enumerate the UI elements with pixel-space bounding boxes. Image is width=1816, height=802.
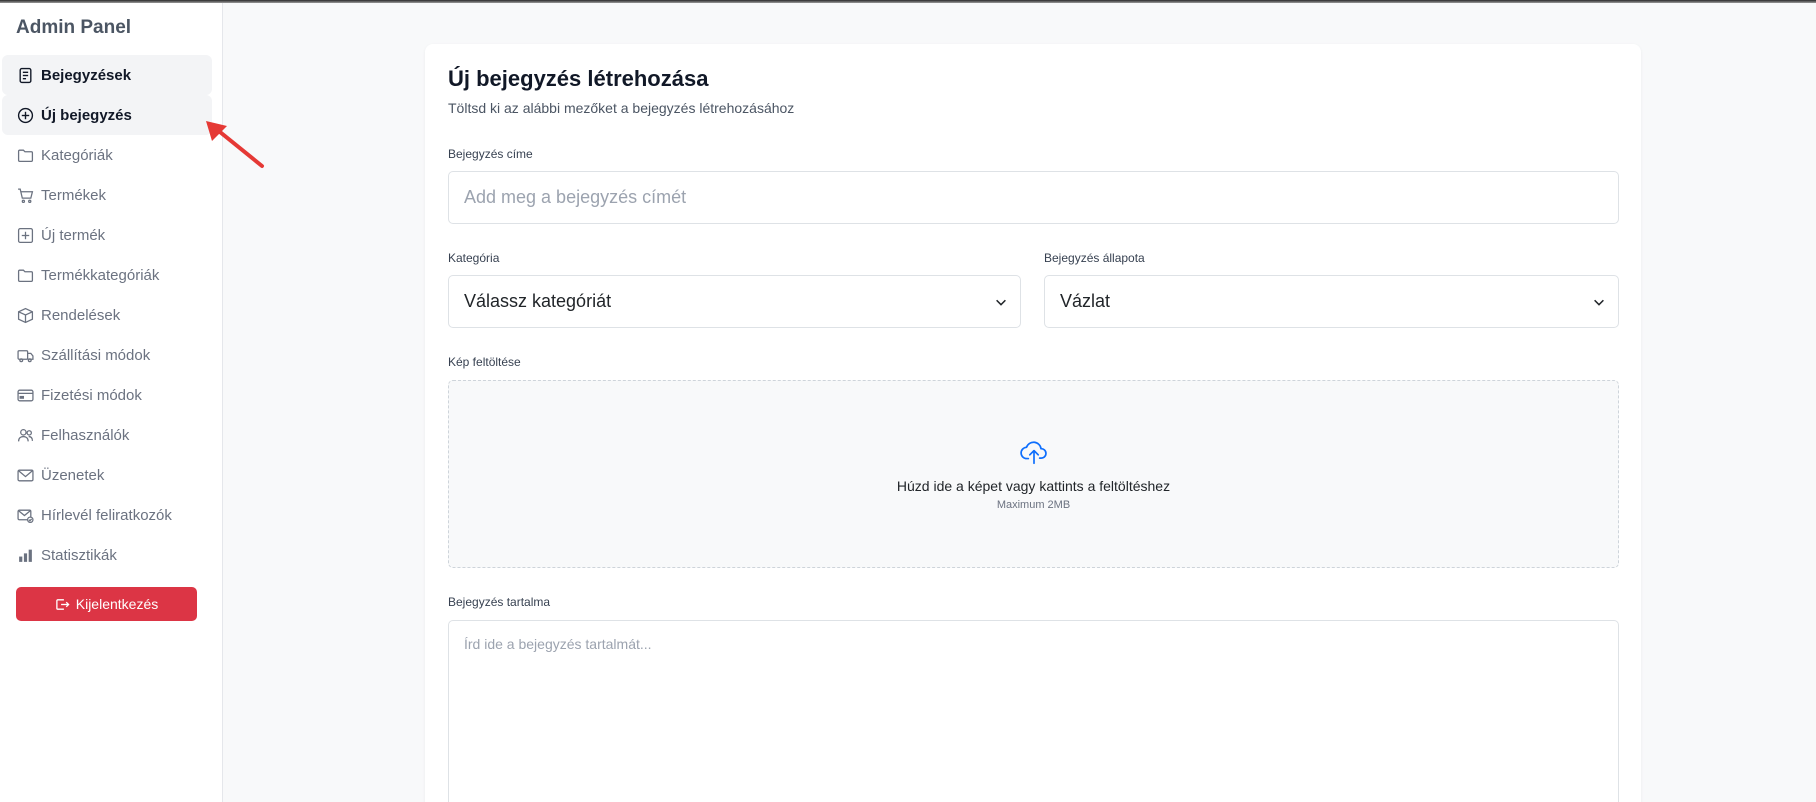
category-selected-value: Válassz kategóriát [464, 291, 612, 311]
post-title-placeholder: Add meg a bejegyzés címét [464, 187, 687, 207]
sidebar-item-label: Felhasználók [41, 426, 130, 444]
sidebar: Admin Panel Bejegyzések Új bejegyzés Kat… [0, 0, 223, 802]
sidebar-item-label: Bejegyzések [41, 66, 132, 84]
sidebar-item-label: Üzenetek [41, 466, 105, 484]
annotation-arrow-icon [206, 121, 264, 168]
sidebar-item-label: Rendelések [41, 306, 121, 324]
brand-title: Admin Panel [16, 17, 132, 38]
content-textarea[interactable]: Írd ide a bejegyzés tartalmát... [448, 620, 1619, 802]
sidebar-item-label: Termékek [41, 186, 107, 204]
top-border [0, 0, 1816, 3]
bar-chart-icon [16, 546, 34, 564]
folder-icon [16, 266, 34, 284]
sidebar-item-statisztikak[interactable]: Statisztikák [2, 535, 212, 575]
cart-icon [16, 186, 34, 204]
sidebar-item-label: Kategóriák [41, 146, 113, 164]
category-label: Kategória [448, 251, 500, 265]
content-label: Bejegyzés tartalma [448, 595, 551, 609]
page-title: Új bejegyzés létrehozása [448, 66, 709, 91]
sidebar-item-label: Termékkategóriák [41, 266, 160, 284]
chevron-down-icon [996, 299, 1006, 306]
sidebar-item-rendelesek[interactable]: Rendelések [2, 295, 212, 335]
folder-icon [16, 146, 34, 164]
dropzone-max-size: Maximum 2MB [996, 499, 1071, 511]
sidebar-item-termekkategoriak[interactable]: Termékkategóriák [2, 255, 212, 295]
envelope-check-icon [16, 506, 34, 524]
document-icon [16, 66, 34, 84]
sidebar-item-szallitasi-modok[interactable]: Szállítási módok [2, 335, 212, 375]
create-post-card: Új bejegyzés létrehozása Töltsd ki az al… [425, 44, 1641, 802]
truck-icon [16, 346, 34, 364]
sidebar-item-label: Statisztikák [41, 546, 117, 564]
sidebar-item-kategoriak[interactable]: Kategóriák [2, 135, 212, 175]
post-title-input[interactable]: Add meg a bejegyzés címét [448, 171, 1619, 224]
sidebar-item-uj-bejegyzes[interactable]: Új bejegyzés [2, 95, 212, 135]
sidebar-item-felhasznalok[interactable]: Felhasználók [2, 415, 212, 455]
sidebar-item-termekek[interactable]: Termékek [2, 175, 212, 215]
envelope-icon [16, 466, 34, 484]
credit-card-icon [16, 386, 34, 404]
content-placeholder: Írd ide a bejegyzés tartalmát... [464, 636, 652, 652]
cloud-upload-icon [1019, 437, 1049, 472]
sidebar-item-label: Új termék [41, 226, 106, 244]
post-title-label: Bejegyzés címe [448, 147, 533, 161]
status-selected-value: Vázlat [1060, 291, 1111, 311]
sidebar-item-label: Új bejegyzés [41, 106, 132, 124]
sidebar-item-label: Hírlevél feliratkozók [41, 506, 172, 524]
status-label: Bejegyzés állapota [1044, 251, 1145, 265]
image-upload-label: Kép feltöltése [448, 355, 521, 369]
sidebar-item-label: Fizetési módok [41, 386, 142, 404]
plus-circle-icon [16, 106, 34, 124]
sidebar-item-label: Szállítási módok [41, 346, 151, 364]
logout-icon [55, 598, 70, 610]
users-icon [16, 426, 34, 444]
sidebar-item-bejegyzesek[interactable]: Bejegyzések [2, 55, 212, 95]
page-subtitle: Töltsd ki az alábbi mezőket a bejegyzés … [448, 100, 795, 116]
sidebar-item-hirlevel-feliratkozok[interactable]: Hírlevél feliratkozók [2, 495, 212, 535]
status-select[interactable]: Vázlat [1044, 275, 1619, 328]
box-icon [16, 306, 34, 324]
sidebar-item-uj-termek[interactable]: Új termék [2, 215, 212, 255]
dropzone-text: Húzd ide a képet vagy kattints a feltölt… [896, 478, 1171, 494]
sidebar-item-fizetesi-modok[interactable]: Fizetési módok [2, 375, 212, 415]
logout-button[interactable]: Kijelentkezés [16, 587, 197, 621]
chevron-down-icon [1594, 299, 1604, 306]
sidebar-item-uzenetek[interactable]: Üzenetek [2, 455, 212, 495]
image-dropzone[interactable]: Húzd ide a képet vagy kattints a feltölt… [448, 380, 1619, 568]
plus-square-icon [16, 226, 34, 244]
category-select[interactable]: Válassz kategóriát [448, 275, 1021, 328]
logout-label: Kijelentkezés [75, 596, 159, 612]
sidebar-nav: Bejegyzések Új bejegyzés Kategóriák Term… [2, 55, 212, 575]
